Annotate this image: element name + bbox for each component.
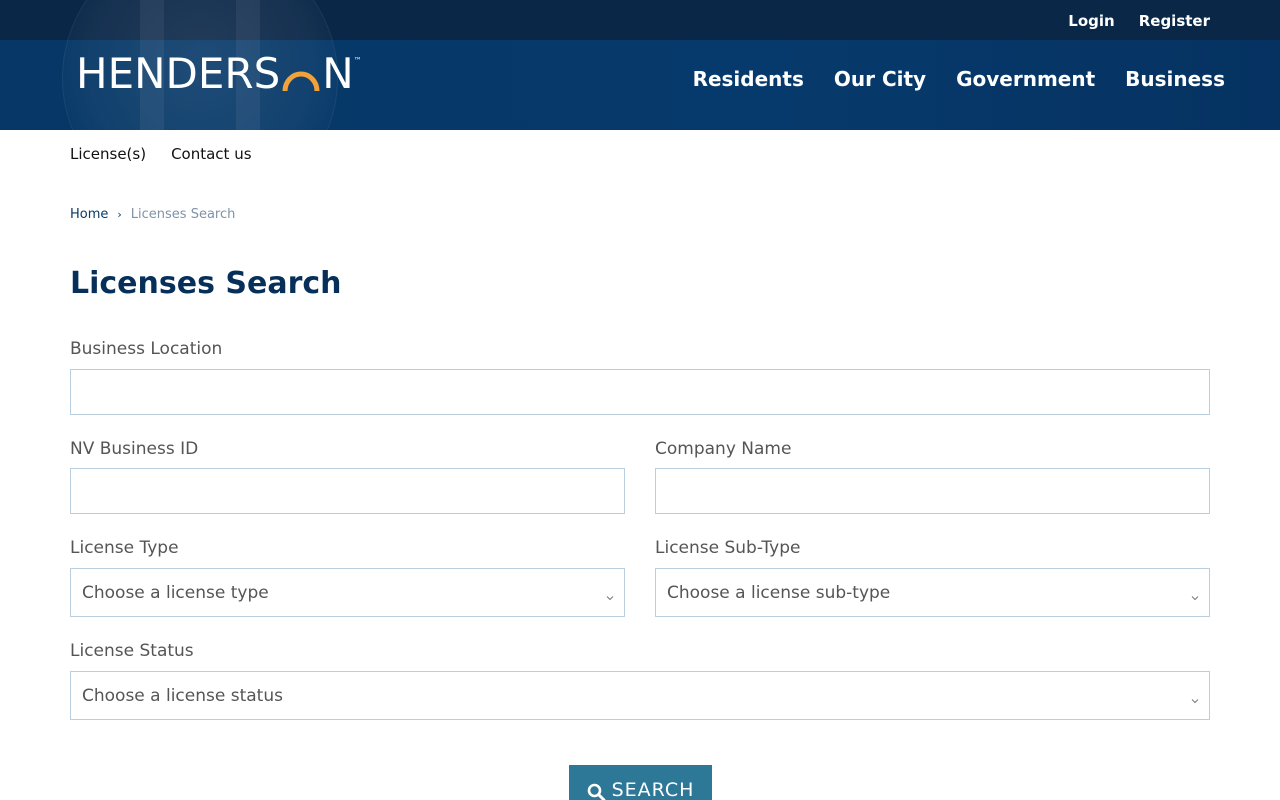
search-button-label: SEARCH <box>611 779 695 800</box>
henderson-logo[interactable]: HENDERS N ™ <box>76 52 362 96</box>
chevron-down-icon <box>1191 596 1199 601</box>
nav-item-business[interactable]: Business <box>1125 67 1225 91</box>
breadcrumb-current: Licenses Search <box>130 207 236 222</box>
logo-text-left: HENDERS <box>76 49 281 98</box>
license-type-selected: Choose a license type <box>82 582 269 603</box>
nv-business-id-input[interactable] <box>71 469 624 513</box>
account-links: Login Register <box>1068 12 1210 30</box>
search-icon <box>587 783 606 800</box>
chevron-right-icon: › <box>117 208 122 221</box>
subnav-item-licenses[interactable]: License(s) <box>70 145 146 163</box>
license-subtype-selected: Choose a license sub-type <box>667 582 891 603</box>
nav-item-government[interactable]: Government <box>956 67 1095 91</box>
logo-trademark: ™ <box>353 55 362 65</box>
search-button[interactable]: SEARCH <box>569 765 712 800</box>
main-nav: Residents Our City Government Business <box>693 67 1225 91</box>
license-type-label: License Type <box>70 538 179 558</box>
breadcrumb: Home › Licenses Search <box>70 207 235 222</box>
license-status-selected: Choose a license status <box>82 685 283 706</box>
license-subtype-label: License Sub-Type <box>655 538 801 558</box>
breadcrumb-home[interactable]: Home <box>70 207 108 222</box>
page-title: Licenses Search <box>70 266 342 301</box>
nav-item-residents[interactable]: Residents <box>693 67 804 91</box>
company-name-label: Company Name <box>655 439 792 459</box>
nv-business-id-field <box>70 468 625 514</box>
license-status-select[interactable]: Choose a license status <box>70 671 1210 720</box>
nv-business-id-label: NV Business ID <box>70 439 199 459</box>
business-location-input[interactable] <box>71 370 1209 414</box>
logo-text-right: N <box>322 49 354 98</box>
sub-nav: License(s) Contact us <box>70 145 252 163</box>
subnav-item-contact-us[interactable]: Contact us <box>171 145 251 163</box>
login-link[interactable]: Login <box>1068 12 1114 30</box>
license-status-label: License Status <box>70 641 194 661</box>
chevron-down-icon <box>1191 699 1199 704</box>
company-name-input[interactable] <box>656 469 1209 513</box>
business-location-field <box>70 369 1210 415</box>
logo-arc-icon <box>281 55 321 93</box>
license-subtype-select[interactable]: Choose a license sub-type <box>655 568 1210 617</box>
site-header: Login Register HENDERS N ™ Residents Our… <box>0 0 1280 130</box>
license-type-select[interactable]: Choose a license type <box>70 568 625 617</box>
chevron-down-icon <box>606 596 614 601</box>
register-link[interactable]: Register <box>1139 12 1210 30</box>
business-location-label: Business Location <box>70 339 223 359</box>
nav-item-our-city[interactable]: Our City <box>834 67 926 91</box>
company-name-field <box>655 468 1210 514</box>
